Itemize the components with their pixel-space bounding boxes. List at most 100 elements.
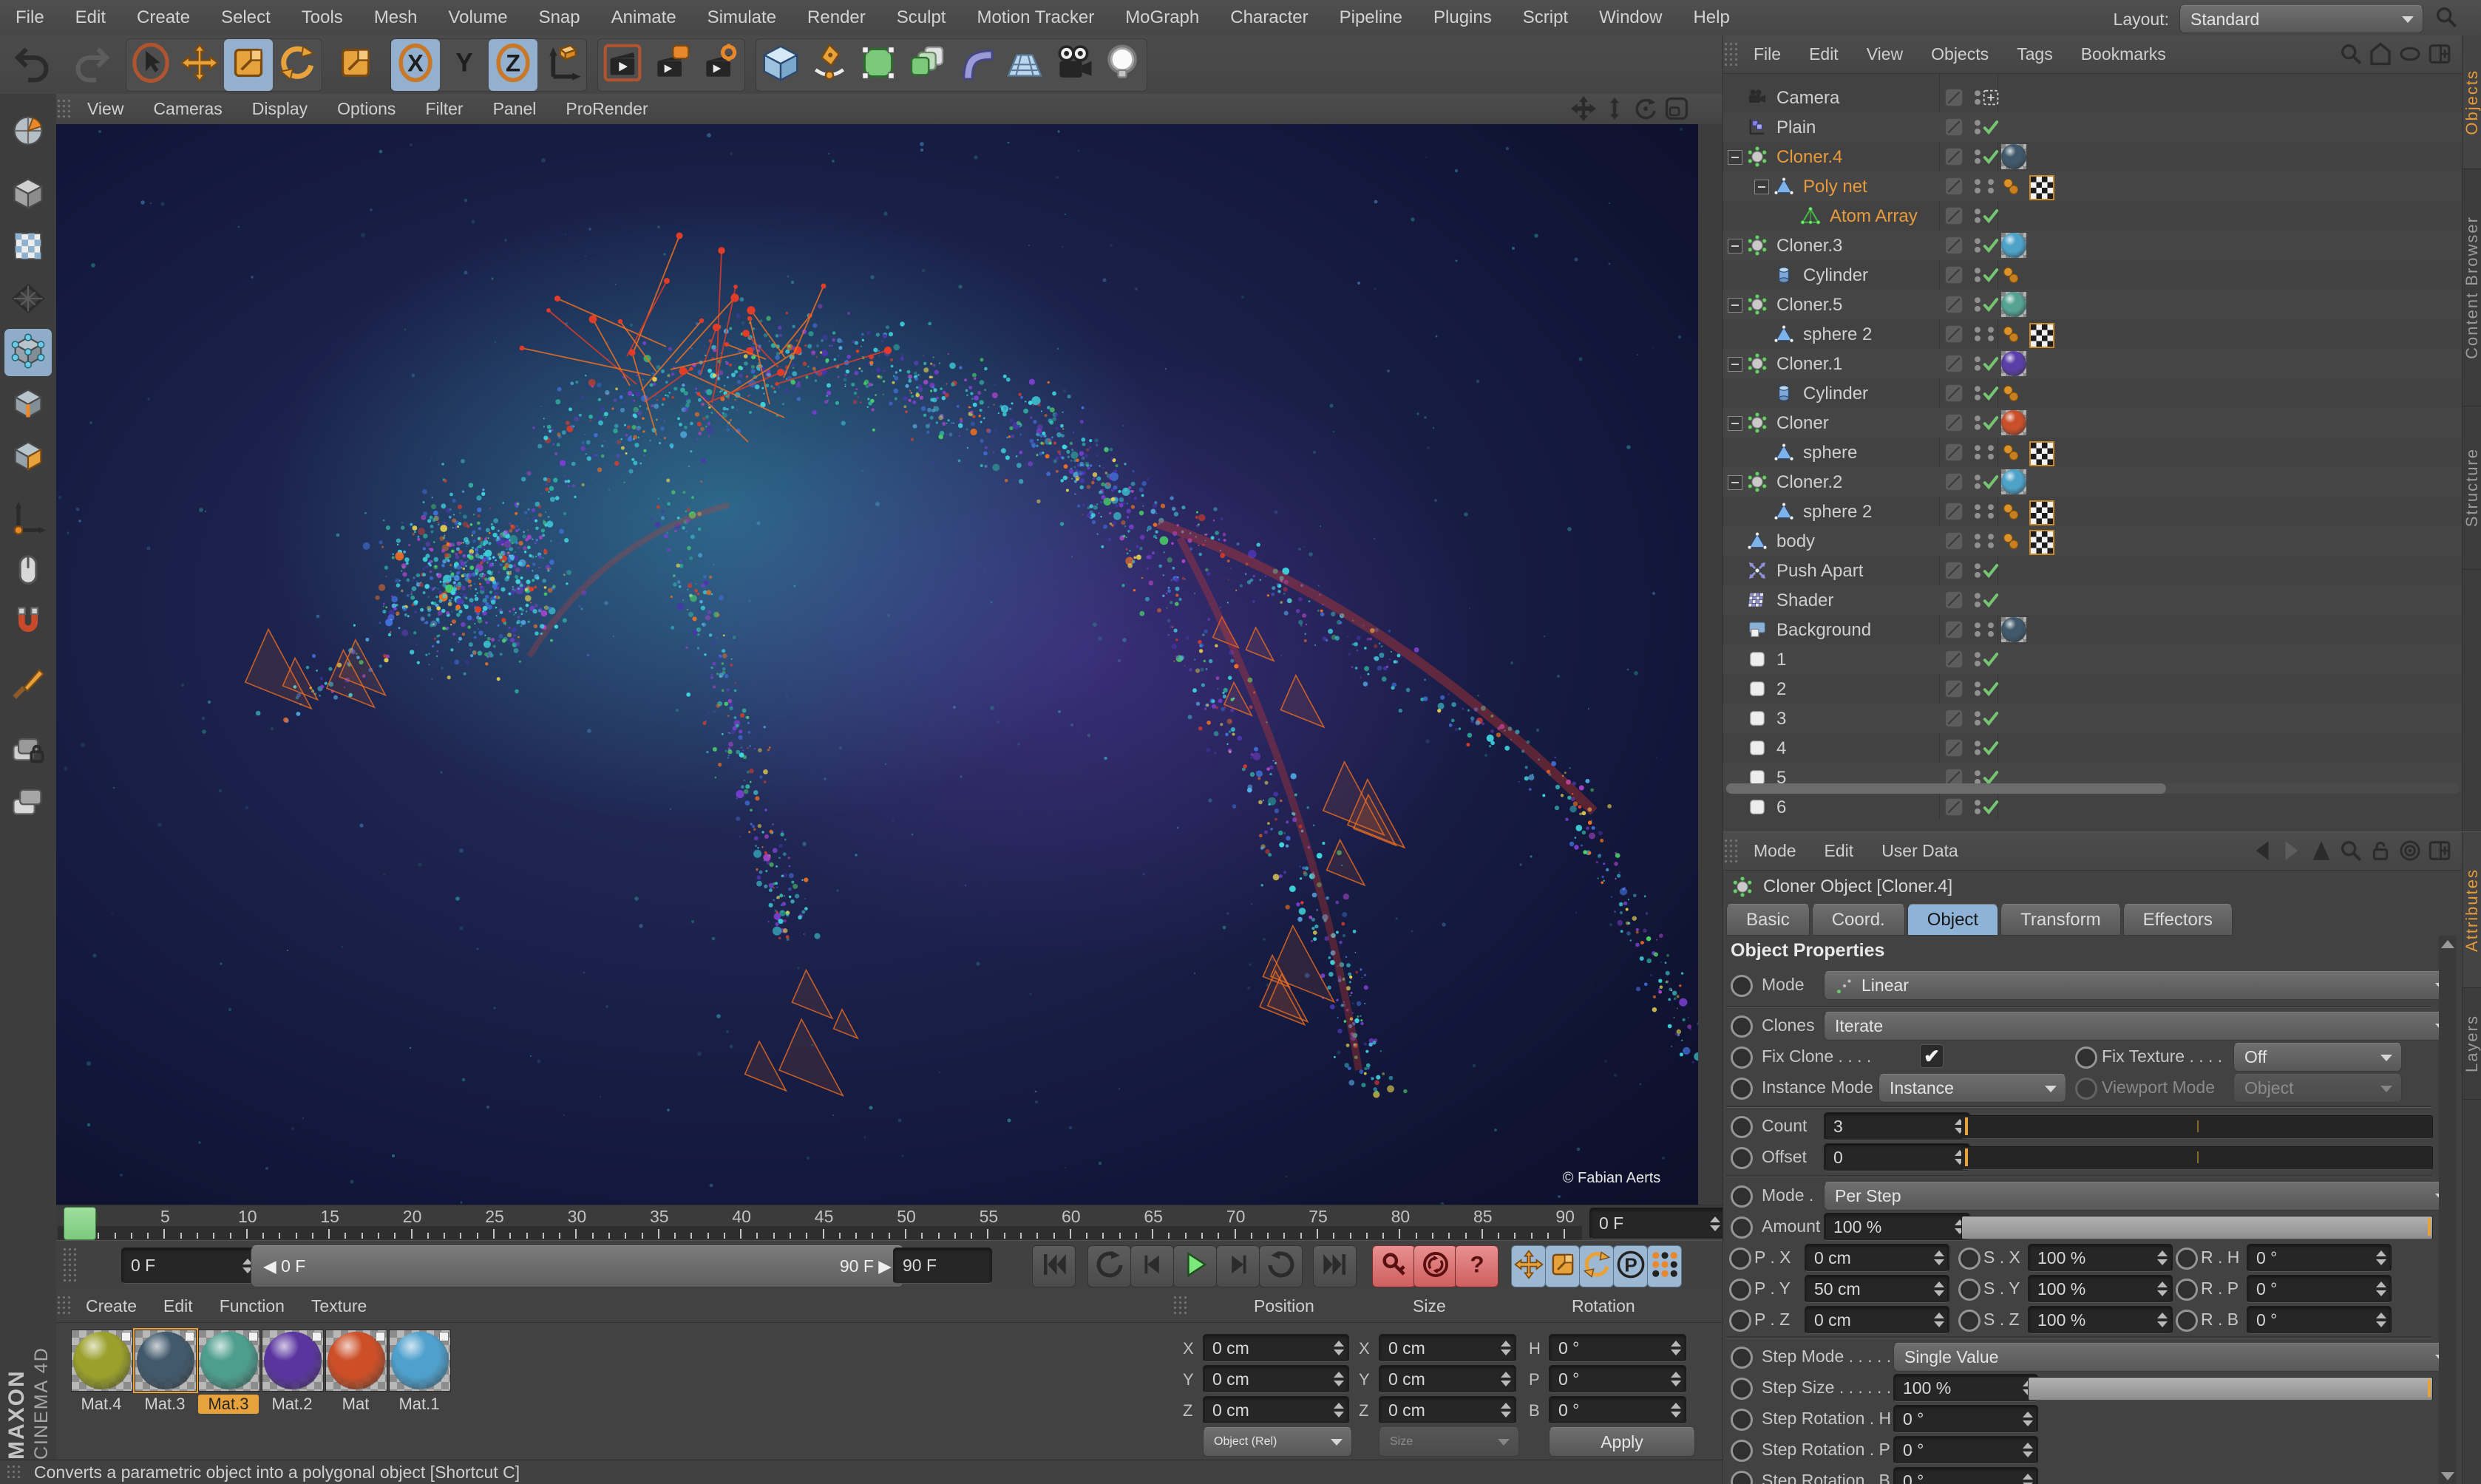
expander-icon[interactable]: [1754, 180, 1769, 194]
snap-button[interactable]: [4, 600, 52, 647]
tree-row-background[interactable]: Background: [1723, 615, 2463, 644]
enabled-check-icon[interactable]: [1981, 797, 2001, 817]
make-editable-button[interactable]: [4, 109, 52, 156]
workplane-mode-button[interactable]: [4, 276, 52, 324]
prev-frame-button[interactable]: [1130, 1245, 1174, 1287]
step-size-field[interactable]: 100 %: [1893, 1374, 2038, 1402]
phong-tag-icon[interactable]: [2001, 383, 2022, 404]
help-button[interactable]: ?: [1455, 1245, 1499, 1287]
menu-mograph[interactable]: MoGraph: [1110, 7, 1215, 28]
layer-toggle-icon[interactable]: [1944, 501, 1964, 522]
material-1[interactable]: Mat.3: [133, 1328, 198, 1414]
enabled-check-icon[interactable]: [1981, 560, 2001, 581]
layer-toggle-icon[interactable]: [1944, 176, 1964, 197]
prev-key-button[interactable]: [1087, 1245, 1131, 1287]
step-rotation-field[interactable]: 0 °: [1893, 1405, 2038, 1433]
target-icon[interactable]: [2397, 838, 2423, 867]
size-y-field[interactable]: 0 cm: [1379, 1365, 1516, 1393]
step-size-slider[interactable]: [2028, 1377, 2433, 1400]
count-slider[interactable]: [1961, 1115, 2433, 1139]
animation-dot[interactable]: [1731, 1409, 1753, 1431]
menu-mesh[interactable]: Mesh: [359, 7, 433, 28]
layer-toggle-icon[interactable]: [1944, 87, 1964, 108]
scale-button[interactable]: [224, 38, 273, 91]
tree-row-6[interactable]: 6: [1723, 792, 2463, 819]
menu-create[interactable]: Create: [121, 7, 206, 28]
tree-row-poly-net[interactable]: Poly net: [1723, 171, 2463, 201]
ruler-frame-field[interactable]: 0 F: [1589, 1208, 1725, 1239]
position-y-field[interactable]: 0 cm: [1203, 1365, 1349, 1393]
search-icon[interactable]: [2338, 838, 2363, 867]
menu-help[interactable]: Help: [1677, 7, 1745, 28]
material-2[interactable]: Mat.3: [198, 1330, 260, 1414]
lock-layer-button[interactable]: [4, 726, 52, 774]
object-manager-menu-bookmarks[interactable]: Bookmarks: [2067, 44, 2180, 64]
filter-icon[interactable]: [2397, 41, 2423, 70]
texture-tag-icon[interactable]: [2029, 323, 2054, 348]
scale-field[interactable]: 100 %: [2028, 1306, 2173, 1334]
side-tab-attributes[interactable]: Attributes: [2463, 832, 2481, 988]
material-menu-edit[interactable]: Edit: [150, 1296, 206, 1316]
tree-row-cylinder[interactable]: Cylinder: [1723, 378, 2463, 408]
offset-slider[interactable]: [1961, 1146, 2433, 1170]
position-x-field[interactable]: 0 cm: [1203, 1334, 1349, 1362]
tree-row-cloner[interactable]: Cloner: [1723, 408, 2463, 438]
tree-row-cloner-5[interactable]: Cloner.5: [1723, 290, 2463, 319]
move-button[interactable]: [175, 39, 224, 91]
tab-object[interactable]: Object: [1907, 904, 1999, 936]
layer-toggle-icon[interactable]: [1944, 353, 1964, 374]
enabled-check-icon[interactable]: [1981, 472, 2001, 492]
axis-z-button[interactable]: Z: [489, 38, 537, 91]
position-z-field[interactable]: 0 cm: [1203, 1396, 1349, 1424]
state-dots-icon[interactable]: [1981, 619, 2001, 640]
render-view-button[interactable]: [598, 39, 647, 91]
timeline-playhead[interactable]: [64, 1207, 96, 1240]
forward-icon[interactable]: [2279, 838, 2304, 867]
live-selection-button[interactable]: [126, 39, 175, 91]
layer-toggle-icon[interactable]: [1944, 442, 1964, 463]
play-button[interactable]: [1173, 1245, 1217, 1287]
tree-row-sphere-2[interactable]: sphere 2: [1723, 319, 2463, 349]
animation-dot[interactable]: [1731, 1440, 1753, 1462]
phong-tag-icon[interactable]: [2001, 265, 2022, 285]
animation-dot[interactable]: [1731, 1046, 1753, 1069]
layer-toggle-icon[interactable]: [1944, 205, 1964, 226]
menu-character[interactable]: Character: [1215, 7, 1323, 28]
distribution-mode-select[interactable]: Per Step: [1824, 1182, 2457, 1211]
camera-target-icon[interactable]: [1981, 87, 2001, 108]
layer-toggle-icon[interactable]: [1944, 619, 1964, 640]
rotation-field[interactable]: 0 °: [2247, 1244, 2392, 1272]
axis-y-button[interactable]: Y: [440, 39, 489, 91]
last-tool-button[interactable]: [331, 39, 380, 91]
side-tab-content-browser[interactable]: Content Browser: [2463, 169, 2481, 406]
kf-parameter-button[interactable]: P: [1613, 1245, 1648, 1287]
enabled-check-icon[interactable]: [1981, 738, 2001, 758]
kf-scale-button[interactable]: [1545, 1245, 1580, 1287]
pan-icon[interactable]: [1570, 95, 1597, 126]
tree-row-1[interactable]: 1: [1723, 644, 2463, 674]
position-field[interactable]: 0 cm: [1805, 1244, 1949, 1272]
layer-toggle-icon[interactable]: [1944, 383, 1964, 404]
record-button[interactable]: [1372, 1245, 1416, 1287]
enabled-check-icon[interactable]: [1981, 235, 2001, 256]
texture-mode-button[interactable]: [4, 224, 52, 271]
tree-row-cloner-2[interactable]: Cloner.2: [1723, 467, 2463, 497]
layer-toggle-icon[interactable]: [1944, 117, 1964, 137]
up-icon[interactable]: [2309, 838, 2334, 867]
tree-row-atom-array[interactable]: Atom Array: [1723, 201, 2463, 231]
panel-grip[interactable]: [1723, 837, 1740, 865]
tree-row-shader[interactable]: Shader: [1723, 585, 2463, 615]
animation-dot[interactable]: [1731, 1078, 1753, 1100]
material-tag[interactable]: [2001, 469, 2026, 494]
enabled-check-icon[interactable]: [1981, 649, 2001, 670]
add-panel-icon[interactable]: [2427, 838, 2452, 867]
animation-dot[interactable]: [1729, 1279, 1751, 1301]
layer-toggle-icon[interactable]: [1944, 235, 1964, 256]
render-picture-viewer-button[interactable]: [647, 39, 696, 91]
timeline-ruler[interactable]: 051015202530354045505560657075808590 0 F: [56, 1205, 1725, 1241]
animation-dot[interactable]: [1958, 1248, 1981, 1270]
amount-slider[interactable]: [1961, 1216, 2433, 1239]
tree-row-2[interactable]: 2: [1723, 674, 2463, 704]
scale-field[interactable]: 100 %: [2028, 1275, 2173, 1303]
menu-plugins[interactable]: Plugins: [1418, 7, 1507, 28]
